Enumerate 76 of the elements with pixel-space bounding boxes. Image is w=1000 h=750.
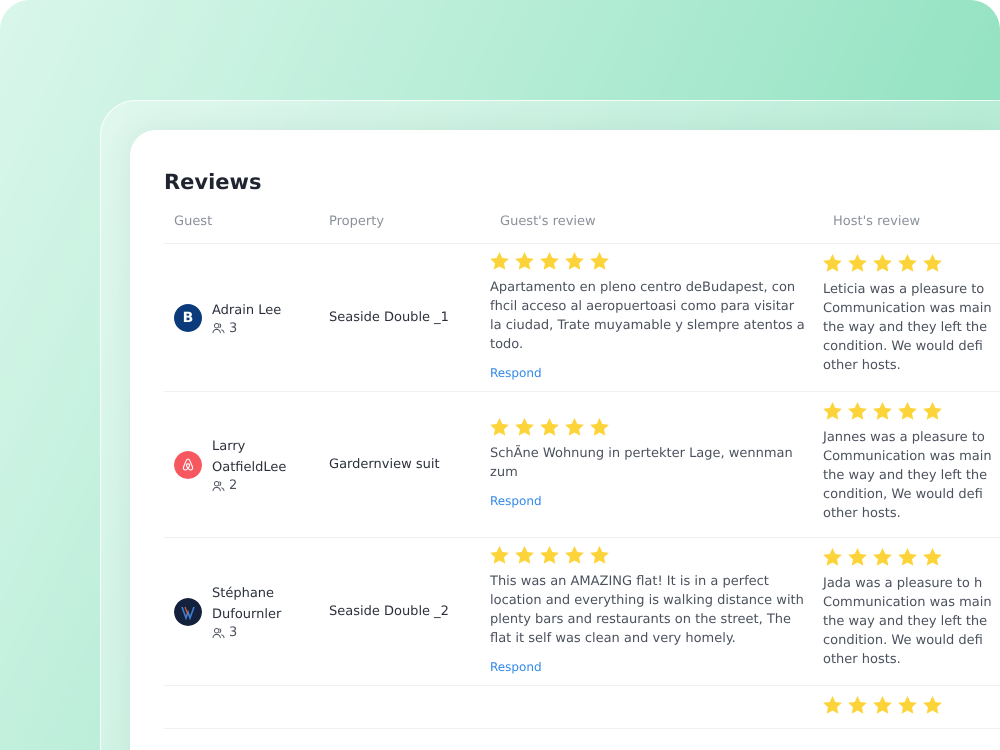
guest-name: Adrain Lee <box>212 302 282 320</box>
people-icon <box>212 322 225 334</box>
star-icon <box>565 418 584 436</box>
star-icon <box>898 696 917 714</box>
review-text-line: Leticia was a pleasure to <box>823 281 986 299</box>
star-icon <box>515 546 534 564</box>
respond-link[interactable]: Respond <box>490 366 542 380</box>
star-icon <box>540 418 559 436</box>
column-header: Guest <box>164 214 319 244</box>
review-text-line: Jada was a pleasure to h <box>823 575 984 593</box>
star-icon <box>823 548 842 566</box>
property-name: Seaside Double _1 <box>329 310 449 325</box>
page-title: Reviews <box>164 170 262 194</box>
star-icon <box>490 252 509 270</box>
review-text-line: the way and they left the <box>823 467 988 485</box>
hotel-logo-avatar <box>174 598 202 626</box>
guest-name: Larry OatfieldLee <box>212 438 288 477</box>
people-icon <box>212 626 225 638</box>
star-icon <box>873 254 892 272</box>
star-icon <box>590 252 609 270</box>
review-text-line: Communication was main <box>823 594 992 612</box>
guest-count: 3 <box>212 625 307 640</box>
respond-link[interactable]: Respond <box>490 660 542 674</box>
star-icon <box>565 546 584 564</box>
star-icon <box>515 252 534 270</box>
star-icon <box>590 546 609 564</box>
column-header: Property <box>319 214 490 244</box>
star-icon <box>923 548 942 566</box>
star-icon <box>490 418 509 436</box>
star-icon <box>590 418 609 436</box>
star-icon <box>898 548 917 566</box>
property-name: Seaside Double _2 <box>329 604 449 619</box>
star-icon <box>848 696 867 714</box>
star-icon <box>848 548 867 566</box>
booking-logo-avatar: B <box>174 304 202 332</box>
respond-link[interactable]: Respond <box>490 494 542 508</box>
airbnb-logo-avatar <box>174 450 202 478</box>
star-icon <box>873 402 892 420</box>
star-icon <box>515 418 534 436</box>
star-icon <box>490 546 509 564</box>
star-icon <box>873 696 892 714</box>
star-icon <box>565 252 584 270</box>
review-text-line: the way and they left the <box>823 613 988 631</box>
guest-count: 3 <box>212 320 307 336</box>
star-icon <box>823 402 842 420</box>
review-text: SchÃne Wohnung in pertekter Lage, wennman zum <box>490 444 794 482</box>
star-icon <box>540 546 559 564</box>
column-header: Host's review <box>823 214 1000 244</box>
review-text-line: condition. We would defi <box>823 338 984 356</box>
column-header: Guest's review <box>490 214 823 244</box>
star-icon <box>540 252 559 270</box>
star-icon <box>848 254 867 272</box>
review-text-line: Communication was main <box>823 448 992 466</box>
review-text: Apartamento en pleno centro deBudapest, con fhcil acceso al aeropuertoasi como para visitar la ciudad, Trate muyamable y slempre atentos a todo. <box>490 279 805 354</box>
star-icon <box>898 254 917 272</box>
star-icon <box>923 402 942 420</box>
property-name: Gardernview suit <box>329 457 440 472</box>
star-icon <box>873 548 892 566</box>
review-text-line: Communication was main <box>823 300 992 318</box>
review-text-line: Jannes was a pleasure to <box>823 429 986 447</box>
review-text-line: the way and they left the <box>823 319 988 337</box>
people-icon <box>212 480 225 492</box>
review-text-line: other hosts. <box>823 651 902 669</box>
review-text-line: condition, We would defi <box>823 486 984 504</box>
guest-name: Stéphane Dufournler <box>212 585 282 624</box>
guest-count: 2 <box>212 478 307 493</box>
star-icon <box>898 402 917 420</box>
review-text-line: other hosts. <box>823 357 902 375</box>
review-text-line: condition. We would defi <box>823 632 984 650</box>
star-icon <box>823 254 842 272</box>
star-icon <box>848 402 867 420</box>
star-icon <box>923 696 942 714</box>
star-icon <box>923 254 942 272</box>
review-text-line: other hosts. <box>823 505 902 523</box>
review-text: This was an AMAZING flat! It is in a perfect location and everything is walking distance with plenty bars and restaurants on the street, The flat it self was clean and very homely. <box>490 573 805 648</box>
star-icon <box>823 696 842 714</box>
